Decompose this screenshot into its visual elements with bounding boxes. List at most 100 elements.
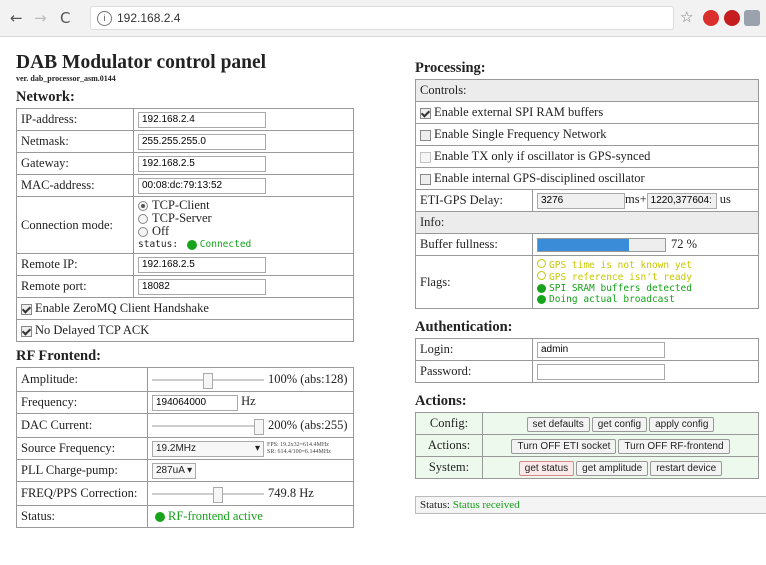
dac-current-label: DAC Current: bbox=[16, 413, 148, 438]
buffer-fill bbox=[538, 239, 630, 252]
version-text: ver. dab_processor_asm.0144 bbox=[16, 74, 116, 83]
system-label: System: bbox=[415, 456, 483, 479]
get-amplitude-button[interactable]: get amplitude bbox=[576, 460, 649, 476]
bookmark-star-icon[interactable]: ☆ bbox=[680, 8, 693, 26]
config-label: Config: bbox=[415, 412, 483, 435]
netmask-input[interactable] bbox=[138, 133, 266, 150]
status-dot-icon bbox=[186, 239, 197, 250]
flag-item: Doing actual broadcast bbox=[537, 294, 754, 305]
info-section-label: Info: bbox=[415, 211, 759, 234]
page-title: DAB Modulator control panel bbox=[16, 52, 267, 73]
network-heading: Network: bbox=[16, 89, 75, 105]
remote-ip-input[interactable] bbox=[138, 256, 266, 273]
gateway-label: Gateway: bbox=[16, 152, 134, 175]
dac-current-slider[interactable] bbox=[152, 419, 264, 436]
login-label: Login: bbox=[415, 338, 533, 361]
reload-icon[interactable]: C bbox=[60, 9, 70, 27]
sfn-option[interactable]: Enable Single Frequency Network bbox=[415, 123, 759, 146]
radio-tcp-server[interactable]: TCP-Server bbox=[138, 212, 349, 225]
dropdown-arrow-icon: ▾ bbox=[187, 464, 193, 476]
checkbox-icon[interactable] bbox=[420, 129, 431, 141]
no-delayed-ack-option[interactable]: No Delayed TCP ACK bbox=[16, 319, 354, 342]
mac-input[interactable] bbox=[138, 177, 266, 194]
restart-device-button[interactable]: restart device bbox=[650, 460, 723, 476]
turn-off-eti-button[interactable]: Turn OFF ETI socket bbox=[511, 438, 617, 454]
browser-toolbar: ← → C i 192.168.2.4 ☆ bbox=[0, 0, 766, 37]
checkbox-checked-icon[interactable] bbox=[21, 303, 32, 315]
eti-us-input[interactable] bbox=[646, 192, 717, 209]
actions-label: Actions: bbox=[415, 434, 483, 457]
pll-label: PLL Charge-pump: bbox=[16, 459, 148, 482]
checkbox-disabled-icon[interactable] bbox=[420, 151, 431, 163]
flag-on-icon bbox=[537, 295, 546, 304]
pll-select[interactable]: 287uA ▾ bbox=[152, 462, 197, 479]
controls-section-label: Controls: bbox=[415, 79, 759, 102]
get-status-button[interactable]: get status bbox=[518, 460, 575, 476]
amplitude-label: Amplitude: bbox=[16, 367, 148, 392]
radio-icon[interactable] bbox=[138, 214, 148, 225]
left-column: DAB Modulator control panel ver. dab_pro… bbox=[16, 44, 354, 528]
eti-ms-input[interactable] bbox=[537, 192, 625, 209]
connection-mode-label: Connection mode: bbox=[16, 196, 134, 254]
rf-status-label: Status: bbox=[16, 505, 148, 528]
fps-info: FPS: 19.2x32=614.4MHz SR: 614.4/100=6.144… bbox=[267, 441, 331, 455]
frequency-input[interactable] bbox=[152, 394, 238, 411]
radio-icon[interactable] bbox=[138, 227, 148, 238]
netmask-label: Netmask: bbox=[16, 130, 134, 153]
buffer-value: 72 % bbox=[671, 236, 698, 251]
rf-table: Amplitude: 100% (abs:128) Frequency: Hz … bbox=[16, 367, 354, 528]
slider-thumb[interactable] bbox=[213, 487, 224, 504]
source-frequency-label: Source Frequency: bbox=[16, 437, 148, 460]
auth-table: Login: Password: bbox=[415, 338, 759, 383]
remote-ip-label: Remote IP: bbox=[16, 253, 134, 276]
checkbox-checked-icon[interactable] bbox=[420, 107, 431, 119]
gateway-input[interactable] bbox=[138, 155, 266, 172]
correction-value: 749.8 Hz bbox=[268, 485, 314, 500]
ip-input[interactable] bbox=[138, 111, 266, 128]
set-defaults-button[interactable]: set defaults bbox=[526, 416, 590, 432]
auth-heading: Authentication: bbox=[415, 319, 513, 335]
radio-off[interactable]: Off bbox=[138, 225, 349, 238]
slider-thumb[interactable] bbox=[254, 419, 264, 436]
adblock-extension-icon[interactable] bbox=[703, 10, 719, 26]
address-bar[interactable]: i 192.168.2.4 bbox=[90, 6, 674, 30]
status-bar-label: Status: bbox=[420, 499, 450, 511]
get-config-button[interactable]: get config bbox=[591, 416, 648, 432]
source-frequency-select[interactable]: 19.2MHz ▾ bbox=[152, 440, 264, 457]
forward-icon[interactable]: → bbox=[34, 9, 47, 27]
turn-off-rf-button[interactable]: Turn OFF RF-frontend bbox=[618, 438, 730, 454]
buffer-progress-bar bbox=[537, 238, 666, 253]
gps-oscillator-option[interactable]: Enable internal GPS-disciplined oscillat… bbox=[415, 167, 759, 190]
zmq-handshake-option[interactable]: Enable ZeroMQ Client Handshake bbox=[16, 297, 354, 320]
flags-label: Flags: bbox=[415, 255, 533, 309]
stop-extension-icon[interactable] bbox=[724, 10, 740, 26]
processing-heading: Processing: bbox=[415, 60, 486, 76]
flag-item: GPS time is not known yet bbox=[537, 259, 754, 271]
url-text: 192.168.2.4 bbox=[117, 11, 181, 25]
back-icon[interactable]: ← bbox=[10, 9, 23, 27]
radio-selected-icon[interactable] bbox=[138, 201, 148, 212]
slider-thumb[interactable] bbox=[203, 373, 213, 390]
password-label: Password: bbox=[415, 360, 533, 383]
info-icon[interactable]: i bbox=[97, 11, 112, 27]
network-table: IP-address: Netmask: Gateway: MAC-addres… bbox=[16, 108, 354, 342]
amplitude-slider[interactable] bbox=[152, 373, 264, 390]
actions-heading: Actions: bbox=[415, 393, 467, 409]
flag-off-icon bbox=[537, 271, 546, 280]
remote-port-input[interactable] bbox=[138, 278, 266, 295]
dropdown-arrow-icon: ▾ bbox=[254, 442, 260, 454]
login-input[interactable] bbox=[537, 341, 665, 358]
correction-slider[interactable] bbox=[152, 487, 264, 504]
flag-item: SPI SRAM buffers detected bbox=[537, 283, 754, 294]
correction-label: FREQ/PPS Correction: bbox=[16, 481, 148, 506]
checkbox-icon[interactable] bbox=[420, 173, 431, 185]
spi-ram-option[interactable]: Enable external SPI RAM buffers bbox=[415, 101, 759, 124]
extension-icon[interactable] bbox=[744, 10, 760, 26]
apply-config-button[interactable]: apply config bbox=[649, 416, 715, 432]
frequency-label: Frequency: bbox=[16, 391, 148, 414]
tx-gps-option[interactable]: Enable TX only if oscillator is GPS-sync… bbox=[415, 145, 759, 168]
password-input[interactable] bbox=[537, 363, 665, 380]
checkbox-checked-icon[interactable] bbox=[21, 325, 32, 337]
buffer-label: Buffer fullness: bbox=[415, 233, 533, 256]
amplitude-value: 100% (abs:128) bbox=[268, 371, 348, 386]
